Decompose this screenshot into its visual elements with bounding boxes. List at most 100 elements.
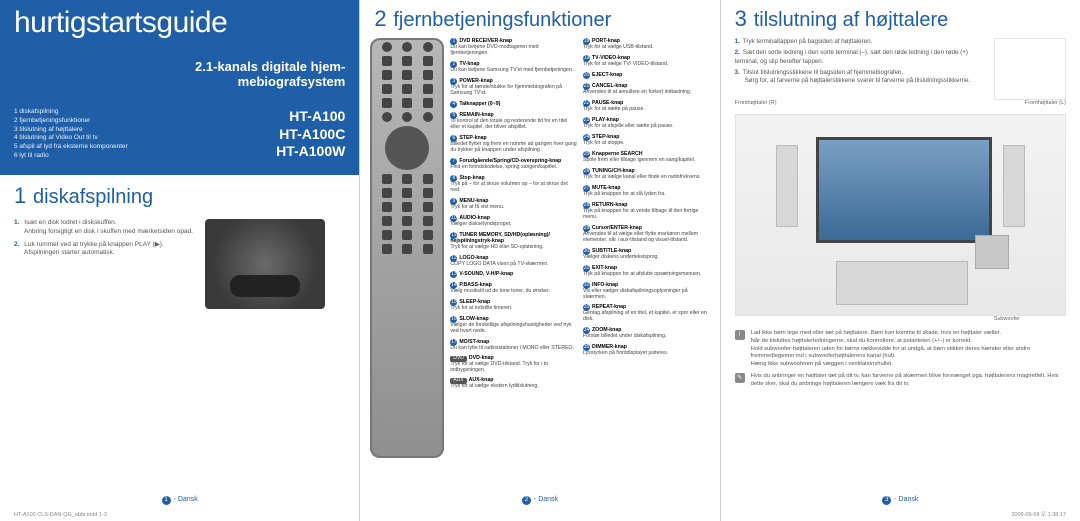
remote-function: 5REMAIN-knapTil kontrol af den totale og… [450, 112, 577, 131]
model-1: HT-A100 [276, 108, 345, 126]
section-number: 1 [14, 183, 26, 208]
section-number: 2 [374, 6, 386, 31]
remote-function: 18PORT-knapTryk for at vælge USB-tilstan… [583, 38, 710, 51]
remote-function: 15SLEEP-knapTryk for at indstille timere… [450, 299, 577, 312]
speaker-label-right: Fronthøjttaler (L) [1025, 100, 1066, 106]
step-number: 1. [14, 219, 19, 226]
remote-function: 29Cursor/ENTER-knapAnvendes til at vælge… [583, 225, 710, 244]
step-1: 1.Tryk terminaltappen på bagsiden af høj… [735, 38, 984, 46]
remote-function: 7Forudgående/Spring/CD-overspring-knapFi… [450, 158, 577, 171]
remote-function: AUXAUX-knapTryk for at vælge ekstern lyd… [450, 378, 577, 390]
toc-item: 5 afspil af lyd fra eksterne komponenter [14, 143, 128, 152]
caution-icon: ! [735, 330, 745, 340]
remote-function: 10AUDIO-knapVælger diskselyndsproget. [450, 215, 577, 228]
remote-function: 24STEP-knapTryk for at stoppe. [583, 134, 710, 147]
disc-player-image [205, 219, 325, 309]
product-subtitle-line2: mebiografsystem [195, 75, 345, 90]
remote-function: 3POWER-knapTryk for at tænde/slukke for … [450, 78, 577, 97]
remote-function: 22PAUSE-knapTryk for at sætte på pause. [583, 100, 710, 113]
guide-title: hurtigstartsguide [14, 8, 345, 38]
model-2: HT-A100C [276, 126, 345, 144]
remote-function: 16SLOW-knapVælger de forskellige afspiln… [450, 316, 577, 335]
step-1: 1. Isæt en disk lodret i diskskuffen. An… [14, 219, 193, 237]
remote-function: 1DVD RECEIVER-knapDu kan betjene DVD-mod… [450, 38, 577, 57]
toc-item: 1 diskafspilning [14, 108, 128, 117]
remote-function: 11TUNER MEMORY, SD/HD(opløsning)/ hejspi… [450, 232, 577, 251]
note-icon: ✎ [735, 373, 745, 383]
section-1: 1 diskafspilning 1. Isæt en disk lodret … [0, 175, 359, 309]
remote-function: 19TV-VIDEO-knapTryk for at vælge TV/ VID… [583, 55, 710, 68]
warning-notes: ! Lad ikke børn lege med eller tæt på hø… [721, 322, 1080, 393]
panel-right: 3 tilslutning af højttalere 1.Tryk termi… [721, 0, 1080, 521]
table-of-contents: 1 diskafspilning 2 fjernbetjeningsfunkti… [14, 108, 128, 161]
remote-function: 26TUNING/CH-knapTryk for at vælge kanal … [583, 168, 710, 181]
remote-function: 20EJECT-knap [583, 72, 710, 79]
remote-function: 30SUBTITLE-knapVælger diskens undertekst… [583, 248, 710, 261]
remote-functions-right: 18PORT-knapTryk for at vælge USB-tilstan… [583, 38, 710, 521]
subwoofer-icon [975, 235, 1009, 269]
document-footer-right: 2009-09-08 오 1:38:17 [1011, 510, 1066, 518]
remote-function: 28RETURN-knapTryk på knappen for at vend… [583, 202, 710, 221]
tv-icon [816, 137, 992, 243]
remote-function: 35DIMMER-knapLysstyrken på frontdisplaye… [583, 344, 710, 357]
footer-lang: - Dansk [174, 496, 198, 505]
section-title: diskafspilning [33, 186, 153, 208]
footer-lang: - Dansk [894, 496, 918, 505]
model-3: HT-A100W [276, 143, 345, 161]
remote-function: 12LOGO-knapCOPY LOGO DATA vises på TV-sk… [450, 255, 577, 268]
section-1-heading: 1 diskafspilning [14, 183, 345, 209]
remote-function: 34ZOOM-knapForstør billedet under diskaf… [583, 327, 710, 340]
step-text: Isæt en disk lodret i diskskuffen. [24, 219, 116, 226]
front-speaker-left-icon [776, 145, 798, 227]
remote-function: 2TV-knapDu kan betjene Samsung TV'et med… [450, 61, 577, 74]
section-3-heading: 3 tilslutning af højttalere [721, 0, 1080, 32]
remote-function: 25Knapperne SEARCHSpole frem eller tilba… [583, 151, 710, 164]
left-header: hurtigstartsguide 2.1-kanals digitale hj… [0, 0, 359, 175]
section-1-text: 1. Isæt en disk lodret i diskskuffen. An… [14, 219, 193, 309]
remote-function: 27MUTE-knapTryk på knappen for at slå ly… [583, 185, 710, 198]
remote-function: 17MO/ST-knapDu kan lytte til radiosstati… [450, 339, 577, 352]
footer-page-dot: 2 [522, 496, 531, 505]
note-item: Hold subwoofer-højttaleren uden for børn… [751, 346, 1066, 362]
step-sub: Anbring forsigtigt en disk i skuffen med… [24, 228, 193, 237]
connection-diagram [735, 114, 1066, 316]
page-footer-2: 2 - Dansk [374, 496, 705, 505]
note-item: Lad ikke børn lege med eller tæt på højt… [751, 330, 1066, 338]
remote-function: 23PLAY-knapTryk for at afspille eller sæ… [583, 117, 710, 130]
remote-function: 9MENU-knapTryk for at få vist menu. [450, 198, 577, 211]
section-number: 3 [735, 6, 747, 31]
remote-function: 32INFO-knapVis eller vælger diskafspilni… [583, 282, 710, 301]
terminal-illustration [994, 38, 1066, 100]
step-2: 2.Sæt den sorte ledning i den sorte term… [735, 49, 984, 66]
note-item: Når de tilsluttes højttalerledningerne, … [751, 338, 1066, 346]
toc-item: 6 lyt til radio [14, 152, 128, 161]
remote-function: 4Talknapper (0~9) [450, 101, 577, 108]
step-sub: Afspilningen starter automatisk. [24, 249, 193, 258]
remote-function: 8Stop-knapTryk på – for at skrue volumen… [450, 175, 577, 194]
page-footer-3: 3 - Dansk [735, 496, 1066, 505]
remote-functions-left: 1DVD RECEIVER-knapDu kan betjene DVD-mod… [450, 38, 577, 521]
step-3: 3.Tilslut tilslutningsstikkene til bagsi… [735, 69, 984, 86]
remote-function: DVDDVD-knapTryk for at vælge DVD-tilstan… [450, 356, 577, 374]
receiver-unit-icon [836, 261, 968, 305]
step-text: Luk rummet ved at trykke på knappen PLAY… [24, 241, 164, 248]
remote-function: 33REPEAT-knapGentag afspilning af en tit… [583, 304, 710, 323]
remote-function: 13V-SOUND, V-H/P-knap [450, 271, 577, 278]
toc-item: 4 tilslutning af Video Out til tv [14, 134, 128, 143]
note-item: Hæng ikke subwooferen på væggen i ventil… [751, 361, 1066, 369]
footer-lang: - Dansk [534, 496, 558, 505]
section-title: fjernbetjeningsfunktioner [393, 9, 611, 31]
remote-function: 6STEP-knapBilledet flytter sig frem en r… [450, 135, 577, 154]
remote-function: 21CANCEL-knapAnvendes til at annullere e… [583, 83, 710, 96]
step-2: 2. Luk rummet ved at trykke på knappen P… [14, 241, 193, 259]
section-3-steps: 1.Tryk terminaltappen på bagsiden af høj… [735, 38, 984, 100]
panel-left: hurtigstartsguide 2.1-kanals digitale hj… [0, 0, 360, 521]
remote-function: 14P.BASS-knapVælg musikstil ud de tone t… [450, 282, 577, 295]
product-models: HT-A100 HT-A100C HT-A100W [276, 108, 345, 161]
section-2-heading: 2 fjernbetjeningsfunktioner [360, 0, 719, 32]
toc-item: 3 tilslutning af højttalere [14, 126, 128, 135]
footer-page-dot: 3 [882, 496, 891, 505]
front-speaker-right-icon [1003, 145, 1025, 227]
panel-middle: 2 fjernbetjeningsfunktioner 1 [360, 0, 720, 521]
section-title: tilslutning af højttalere [754, 9, 949, 31]
